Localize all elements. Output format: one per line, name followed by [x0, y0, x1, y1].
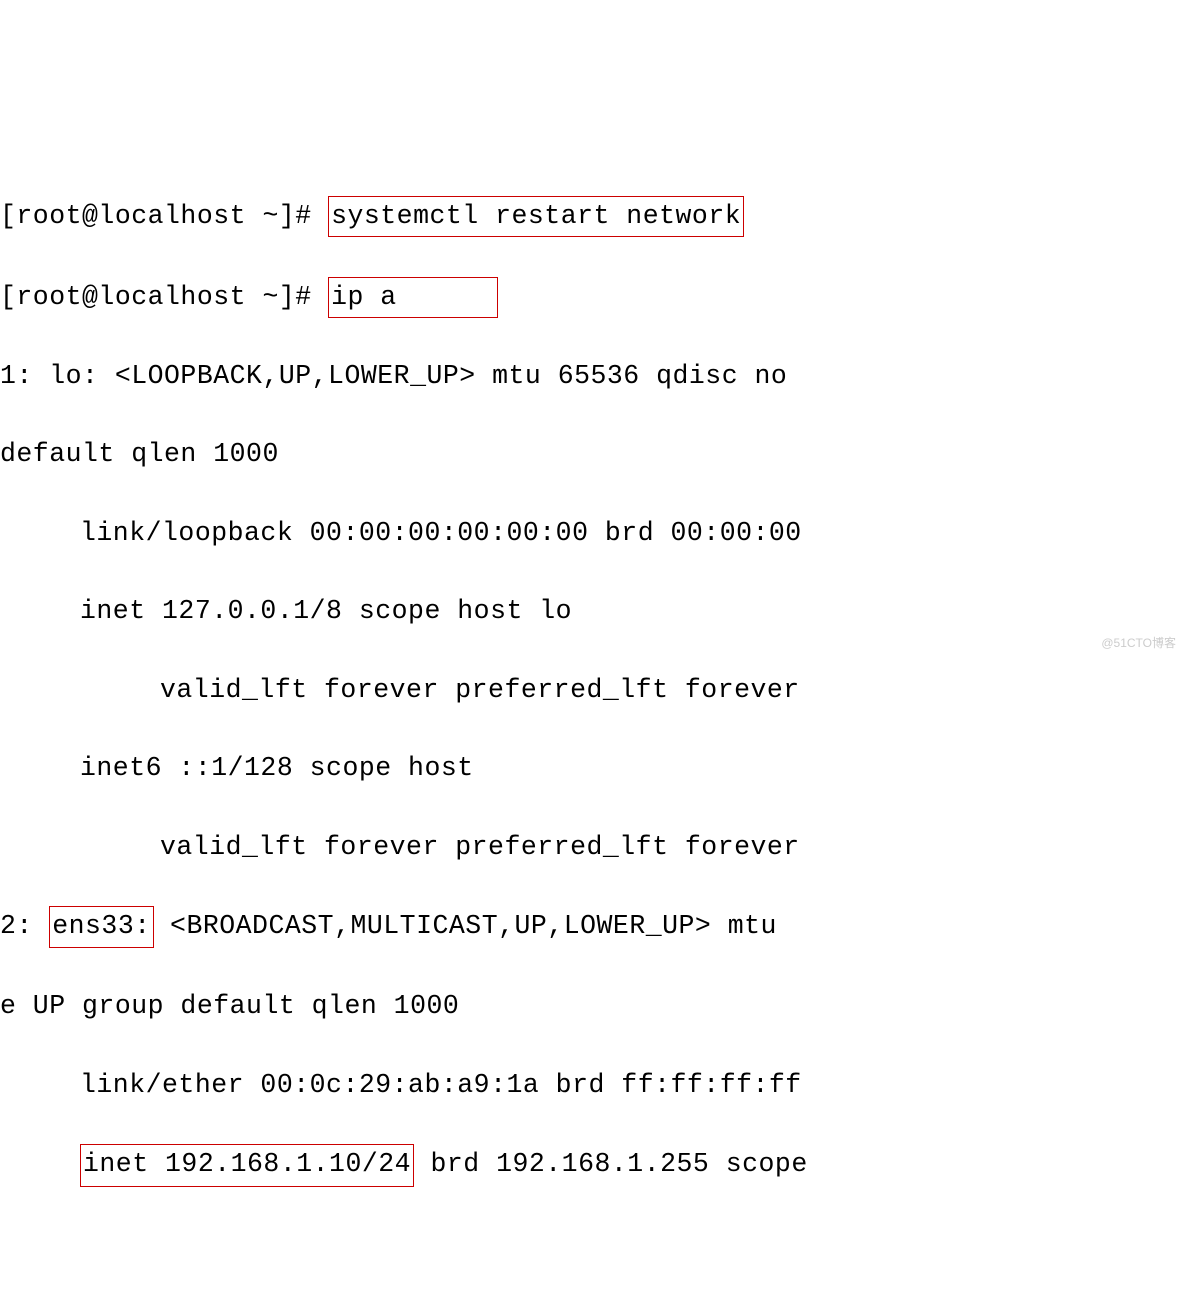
ens-link-line: link/ether 00:0c:29:ab:a9:1a brd ff:ff:f… [0, 1066, 1184, 1105]
inet-addr: inet 192.168.1.10/24 [83, 1149, 411, 1179]
iface-name: ens33: [52, 911, 150, 941]
terminal-output: [root@localhost ~]# systemctl restart ne… [0, 157, 1184, 1226]
cmd-line-2: [root@localhost ~]# ip a [0, 277, 1184, 318]
command-1-box: systemctl restart network [328, 196, 744, 237]
shell-prompt: [root@localhost ~]# [0, 201, 312, 231]
lo-inet6-line: inet6 ::1/128 scope host [0, 749, 1184, 788]
cmd-line-1: [root@localhost ~]# systemctl restart ne… [0, 196, 1184, 237]
ens-inet-line: inet 192.168.1.10/24 brd 192.168.1.255 s… [0, 1144, 1184, 1186]
ens-rest: <BROADCAST,MULTICAST,UP,LOWER_UP> mtu [154, 911, 794, 941]
shell-prompt: [root@localhost ~]# [0, 282, 312, 312]
lo-inet-line: inet 127.0.0.1/8 scope host lo [0, 592, 1184, 631]
iface-lo-header-cont: default qlen 1000 [0, 435, 1184, 474]
ens-prefix: 2: [0, 911, 49, 941]
command-2-box: ip a [328, 277, 498, 318]
lo-valid-1: valid_lft forever preferred_lft forever [0, 671, 1184, 710]
watermark: @51CTO博客 [1101, 635, 1176, 653]
iface-lo-header: 1: lo: <LOOPBACK,UP,LOWER_UP> mtu 65536 … [0, 357, 1184, 396]
inet-rest: brd 192.168.1.255 scope [414, 1149, 808, 1179]
iface-ens33-header: 2: ens33: <BROADCAST,MULTICAST,UP,LOWER_… [0, 906, 1184, 948]
iface-ens33-header-cont: e UP group default qlen 1000 [0, 987, 1184, 1026]
lo-link-line: link/loopback 00:00:00:00:00:00 brd 00:0… [0, 514, 1184, 553]
lo-valid-2: valid_lft forever preferred_lft forever [0, 828, 1184, 867]
command-2: ip a [331, 282, 397, 312]
inet-addr-box: inet 192.168.1.10/24 [80, 1144, 414, 1186]
iface-name-box: ens33: [49, 906, 153, 948]
command-1: systemctl restart network [331, 201, 741, 231]
